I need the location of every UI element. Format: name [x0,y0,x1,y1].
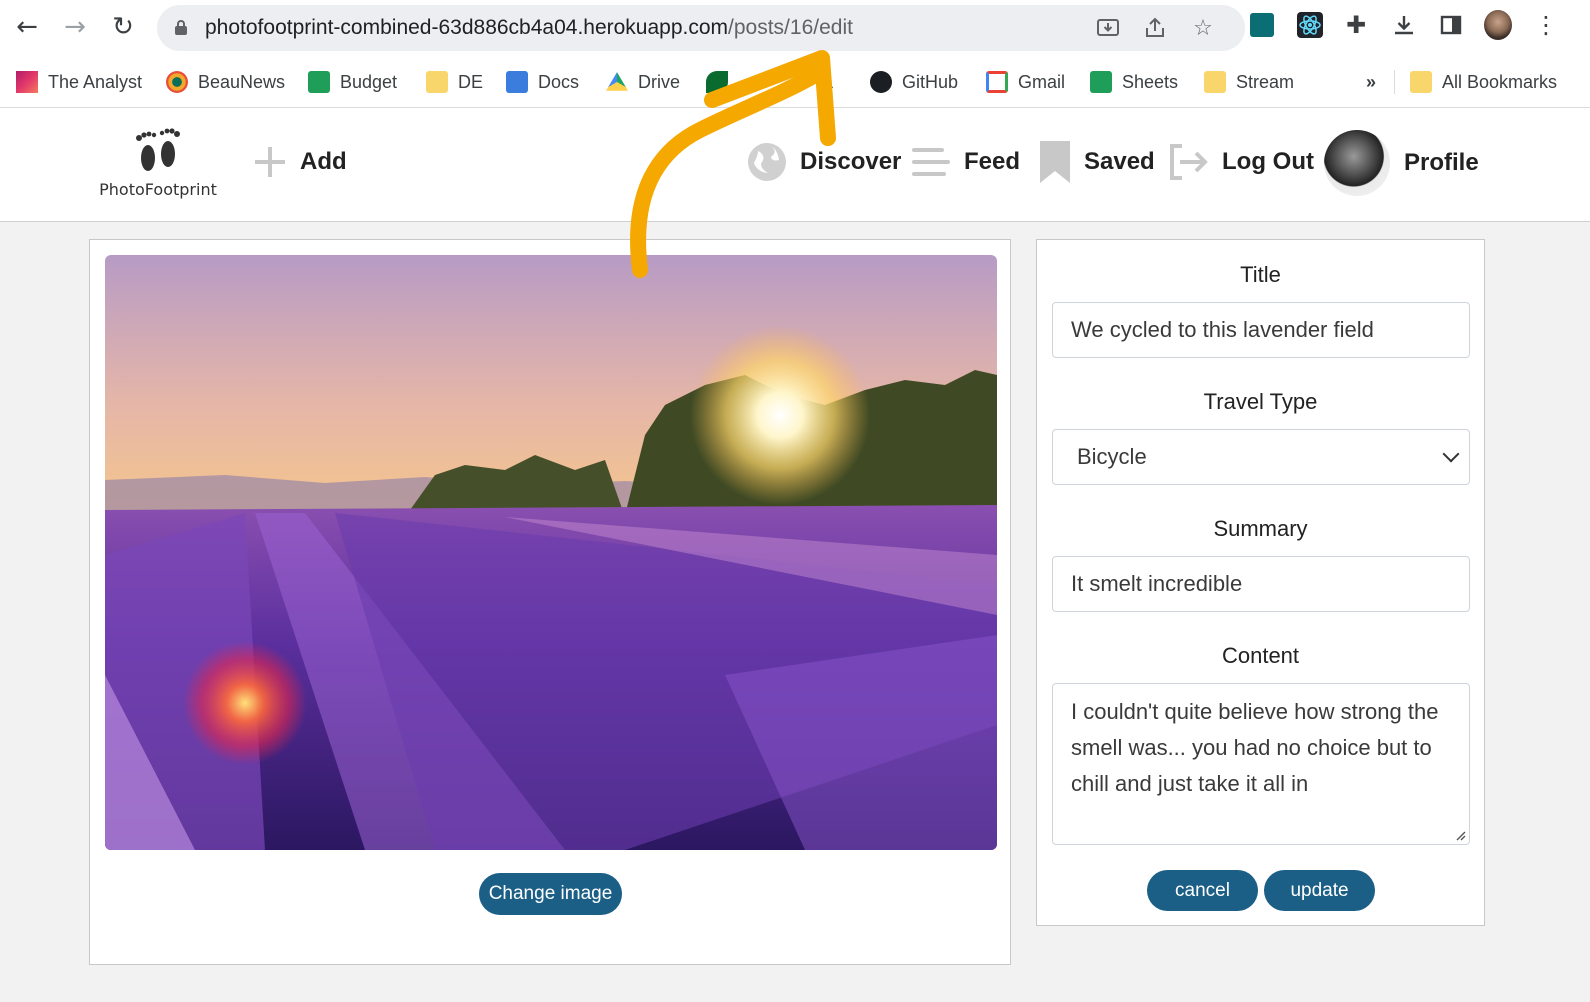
bookmark-github[interactable]: GitHub [870,68,958,96]
bookmark-budget[interactable]: Budget [308,68,397,96]
folder-icon [1410,71,1432,93]
summary-input[interactable]: It smelt incredible [1052,556,1470,612]
bookmark-gmail[interactable]: Gmail [986,68,1065,96]
nav-profile[interactable]: Profile [1324,130,1479,196]
reload-icon[interactable]: ↻ [106,10,140,44]
globe-icon [748,143,786,181]
leaf-icon [706,71,728,93]
travel-type-select[interactable]: Bicycle [1052,429,1470,485]
kebab-menu-icon[interactable]: ⋮ [1532,11,1560,39]
bookmark-stream[interactable]: Stream [1204,68,1294,96]
app-navbar: PhotoFootprint Add Discover Feed Saved L… [0,108,1590,222]
address-bar[interactable]: photofootprint-combined-63d886cb4a04.her… [157,5,1245,51]
url-text: photofootprint-combined-63d886cb4a04.her… [205,16,853,39]
side-panel-icon[interactable] [1437,11,1465,39]
plus-icon [255,147,285,177]
avatar [1324,130,1390,196]
back-arrow-icon[interactable]: ← [10,10,44,44]
analyst-icon [16,71,38,93]
profile-avatar-icon[interactable] [1484,10,1512,40]
footprints-icon [136,128,180,171]
beaunews-icon [166,71,188,93]
title-input[interactable]: We cycled to this lavender field [1052,302,1470,358]
app-logo[interactable]: PhotoFootprint [98,126,218,206]
image-card: Change image [89,239,1011,965]
divider [1394,70,1395,94]
lock-icon [175,20,187,35]
downloads-icon[interactable] [1390,11,1418,39]
bookmarks-overflow-button[interactable]: » [1366,68,1376,96]
update-button[interactable]: update [1264,870,1375,911]
logout-icon [1170,144,1208,180]
bookmark-icon [1040,141,1070,183]
post-photo [105,255,997,850]
bookmark-the-analyst[interactable]: The Analyst [16,68,142,96]
install-app-icon[interactable] [1095,15,1121,41]
edit-post-form: Title We cycled to this lavender field T… [1036,239,1485,926]
nav-feed[interactable]: Feed [908,138,1020,186]
change-image-button[interactable]: Change image [479,873,622,915]
browser-toolbar: ← → ↻ photofootprint-combined-63d886cb4a… [0,0,1590,56]
folder-icon [426,71,448,93]
folder-icon [1204,71,1226,93]
bookmark-star-icon[interactable]: ☆ [1190,15,1216,41]
sheets-icon [308,71,330,93]
nav-saved[interactable]: Saved [1038,138,1155,186]
share-icon[interactable] [1142,15,1168,41]
extension-tile-icon[interactable] [1248,11,1276,39]
bookmark-all-bookmarks[interactable]: All Bookmarks [1410,68,1557,96]
bookmark-beaunews[interactable]: BeauNews [166,68,285,96]
chevron-down-icon [1442,445,1460,463]
gmail-icon [986,71,1008,93]
react-devtools-icon[interactable] [1296,11,1324,39]
title-label: Title [1240,262,1281,287]
nav-logout[interactable]: Log Out [1166,138,1314,186]
forward-arrow-icon[interactable]: → [58,10,92,44]
bookmark-sheets[interactable]: Sheets [1090,68,1178,96]
sheets-icon [1090,71,1112,93]
bookmark-partial[interactable]: ta [706,68,833,96]
bookmarks-bar: The Analyst BeauNews Budget DE Docs Driv… [0,56,1590,108]
travel-type-label: Travel Type [1203,389,1318,414]
summary-label: Summary [1213,516,1308,541]
docs-icon [506,71,528,93]
drive-icon [606,72,628,91]
content-textarea[interactable]: I couldn't quite believe how strong the … [1052,683,1470,845]
github-icon [870,71,892,93]
bookmark-drive[interactable]: Drive [606,68,680,96]
content-label: Content [1221,643,1300,668]
cancel-button[interactable]: cancel [1147,870,1258,911]
nav-add[interactable]: Add [252,138,347,186]
resize-handle-icon[interactable] [1454,829,1466,841]
bookmark-docs[interactable]: Docs [506,68,579,96]
nav-discover[interactable]: Discover [746,138,901,186]
extensions-puzzle-icon[interactable]: ✚ [1342,11,1370,39]
feed-lines-icon [912,148,950,176]
bookmark-de[interactable]: DE [426,68,483,96]
